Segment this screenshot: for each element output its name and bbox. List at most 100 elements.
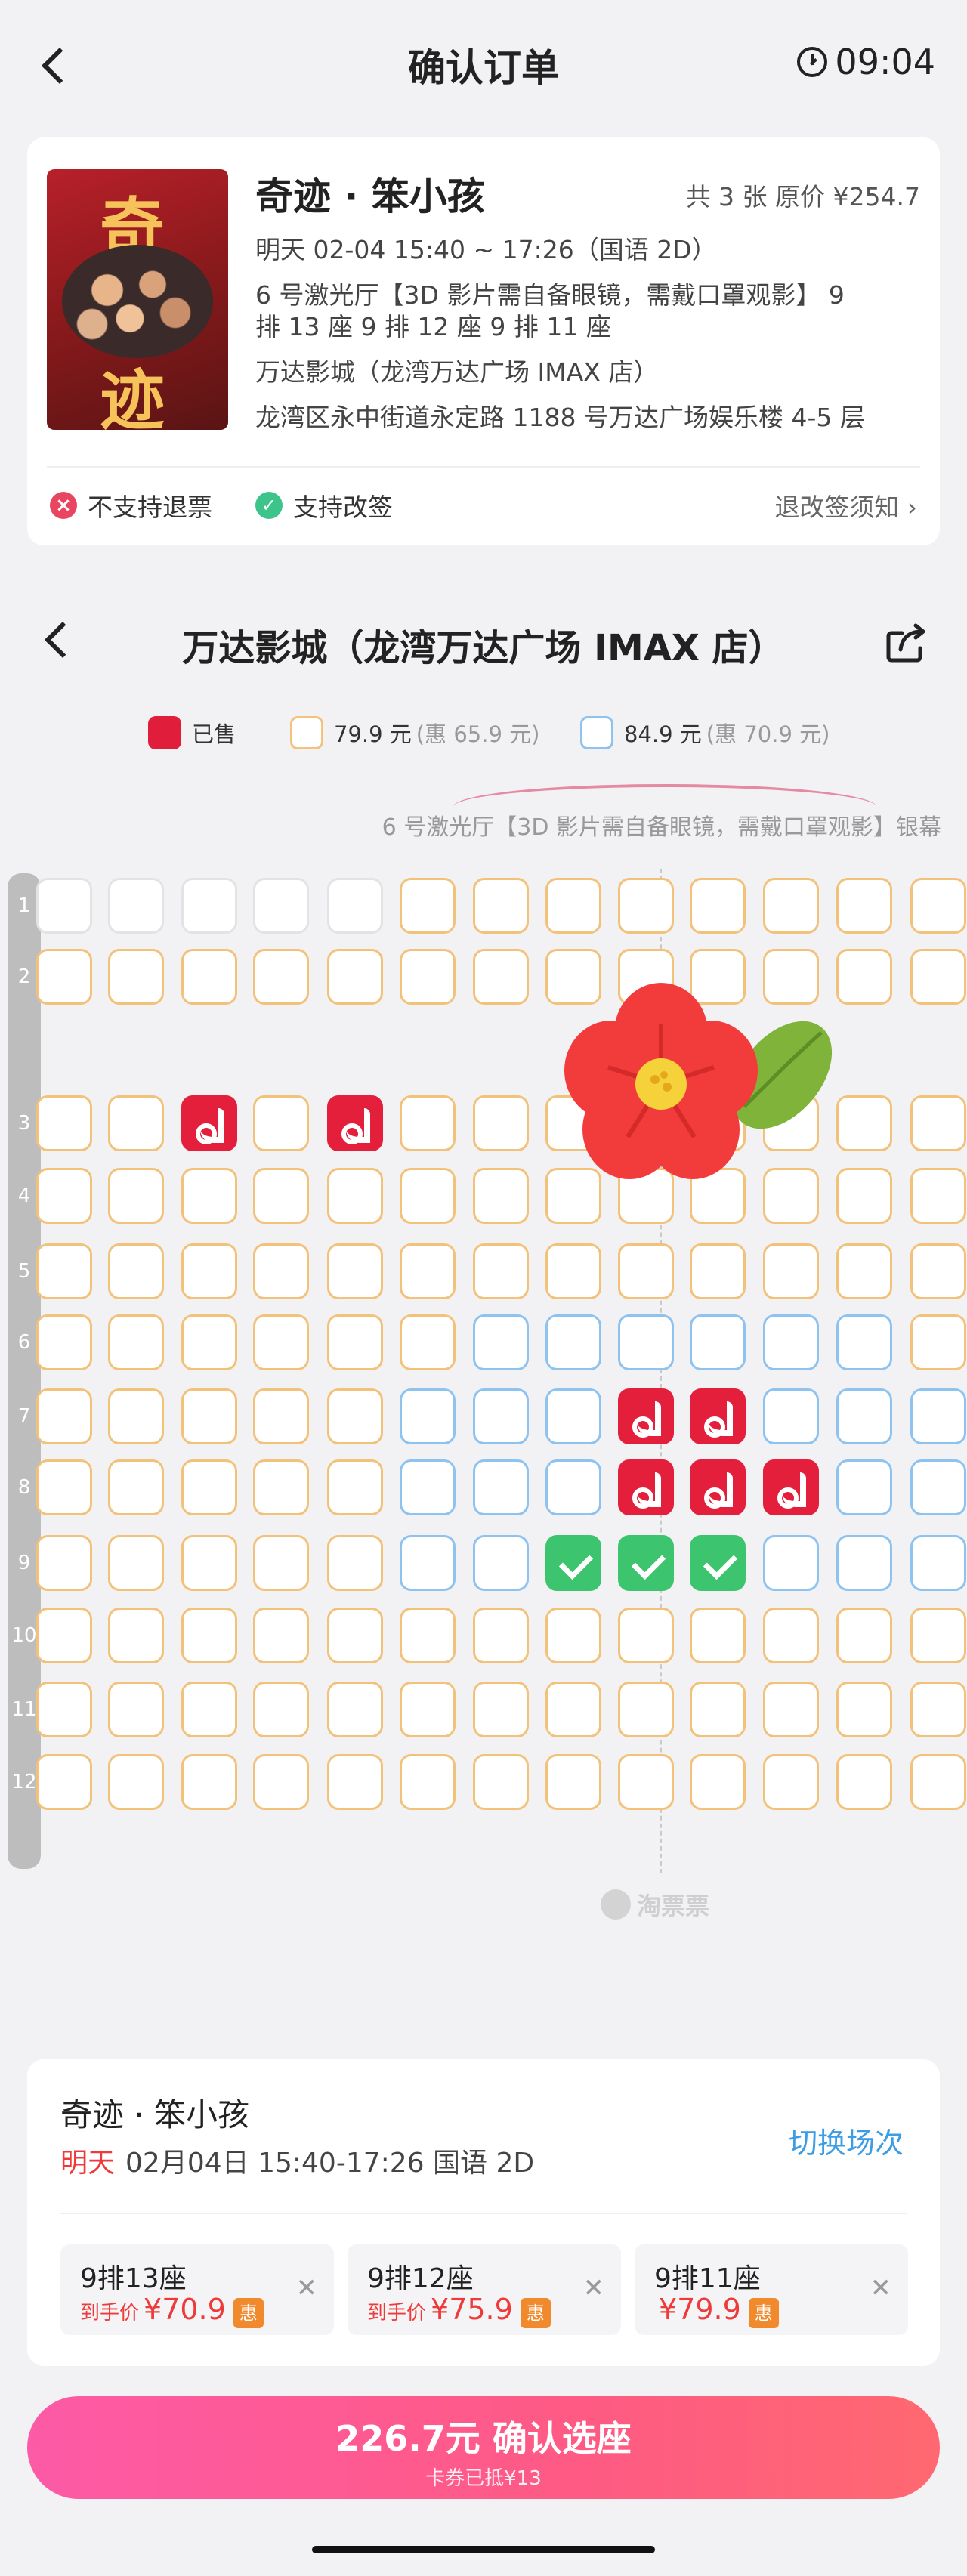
seat[interactable] — [400, 1388, 456, 1444]
seat[interactable] — [181, 1535, 237, 1591]
remove-ticket-icon[interactable]: ✕ — [583, 2273, 605, 2303]
seat[interactable] — [545, 1682, 601, 1737]
seat[interactable] — [836, 1388, 892, 1444]
seat[interactable] — [910, 1608, 966, 1663]
seat[interactable] — [618, 1243, 674, 1299]
seat[interactable] — [910, 1314, 966, 1370]
seat[interactable] — [545, 1243, 601, 1299]
seat[interactable] — [763, 1535, 819, 1591]
seat[interactable] — [253, 1608, 309, 1663]
seat[interactable] — [763, 1608, 819, 1663]
seat[interactable] — [181, 1608, 237, 1663]
seat[interactable] — [473, 1095, 529, 1151]
seat[interactable] — [763, 878, 819, 934]
seat[interactable] — [181, 1388, 237, 1444]
remove-ticket-icon[interactable]: ✕ — [870, 2273, 892, 2303]
seat[interactable] — [545, 1754, 601, 1810]
seat[interactable] — [473, 1243, 529, 1299]
seat[interactable] — [108, 1095, 164, 1151]
seat[interactable] — [763, 1314, 819, 1370]
seat[interactable] — [836, 1459, 892, 1515]
refund-notice-link[interactable]: 退改签须知 › — [774, 487, 917, 524]
seat[interactable] — [473, 949, 529, 1005]
seat[interactable] — [327, 1754, 383, 1810]
seat[interactable] — [108, 1754, 164, 1810]
seat[interactable] — [618, 1608, 674, 1663]
seat[interactable] — [36, 949, 92, 1005]
seat[interactable] — [836, 1682, 892, 1737]
seat[interactable] — [910, 1535, 966, 1591]
seat[interactable] — [473, 1682, 529, 1737]
seat[interactable] — [473, 1754, 529, 1810]
seat[interactable] — [36, 1754, 92, 1810]
seat[interactable] — [36, 1459, 92, 1515]
seat[interactable] — [253, 1535, 309, 1591]
seat[interactable] — [36, 1314, 92, 1370]
seat[interactable] — [618, 878, 674, 934]
seat[interactable] — [763, 1243, 819, 1299]
seat[interactable] — [327, 1168, 383, 1224]
seat[interactable] — [400, 1459, 456, 1515]
seat[interactable] — [108, 1682, 164, 1737]
seat[interactable] — [473, 878, 529, 934]
seat[interactable] — [910, 1168, 966, 1224]
seat[interactable] — [253, 949, 309, 1005]
seat-selected[interactable] — [545, 1535, 601, 1591]
seat[interactable] — [108, 1243, 164, 1299]
seat[interactable] — [108, 949, 164, 1005]
seat[interactable] — [690, 1682, 746, 1737]
seat[interactable] — [400, 1608, 456, 1663]
seat-selected[interactable] — [618, 1535, 674, 1591]
seat[interactable] — [618, 1314, 674, 1370]
seat[interactable] — [36, 1168, 92, 1224]
seat[interactable] — [36, 1095, 92, 1151]
seat[interactable] — [836, 1754, 892, 1810]
seat[interactable] — [836, 1608, 892, 1663]
seat[interactable] — [473, 1459, 529, 1515]
seat[interactable] — [618, 1682, 674, 1737]
seat[interactable] — [473, 1314, 529, 1370]
seat[interactable] — [836, 1243, 892, 1299]
seat[interactable] — [545, 1314, 601, 1370]
seat[interactable] — [545, 878, 601, 934]
seat[interactable] — [36, 1243, 92, 1299]
seat[interactable] — [36, 1535, 92, 1591]
seat[interactable] — [910, 1754, 966, 1810]
seat[interactable] — [327, 1535, 383, 1591]
confirm-seat-button[interactable]: 226.7元 确认选座 卡券已抵¥13 — [27, 2396, 940, 2499]
seat[interactable] — [108, 1608, 164, 1663]
seat[interactable] — [327, 949, 383, 1005]
seat[interactable] — [327, 1243, 383, 1299]
seat[interactable] — [910, 1243, 966, 1299]
seat[interactable] — [400, 1095, 456, 1151]
seat[interactable] — [545, 1608, 601, 1663]
seat[interactable] — [836, 1314, 892, 1370]
seat[interactable] — [400, 878, 456, 934]
seat[interactable] — [473, 1168, 529, 1224]
seat[interactable] — [253, 1682, 309, 1737]
seat[interactable] — [181, 1754, 237, 1810]
seat[interactable] — [690, 1754, 746, 1810]
seat[interactable] — [400, 1168, 456, 1224]
seat[interactable] — [473, 1388, 529, 1444]
switch-showtime-button[interactable]: 切换场次 — [789, 2120, 904, 2161]
seat[interactable] — [253, 1314, 309, 1370]
share-button[interactable] — [884, 619, 929, 665]
seat[interactable] — [253, 1388, 309, 1444]
remove-ticket-icon[interactable]: ✕ — [296, 2273, 318, 2303]
seat[interactable] — [910, 949, 966, 1005]
seat[interactable] — [910, 1388, 966, 1444]
seat[interactable] — [910, 878, 966, 934]
seat[interactable] — [473, 1535, 529, 1591]
seat[interactable] — [618, 1754, 674, 1810]
seat[interactable] — [36, 1388, 92, 1444]
seat[interactable] — [690, 1608, 746, 1663]
seat[interactable] — [36, 1608, 92, 1663]
seat[interactable] — [473, 1608, 529, 1663]
seat-selected[interactable] — [690, 1535, 746, 1591]
seat[interactable] — [181, 1314, 237, 1370]
seat[interactable] — [253, 1095, 309, 1151]
seat[interactable] — [545, 1388, 601, 1444]
seat[interactable] — [108, 1314, 164, 1370]
seat[interactable] — [400, 1314, 456, 1370]
